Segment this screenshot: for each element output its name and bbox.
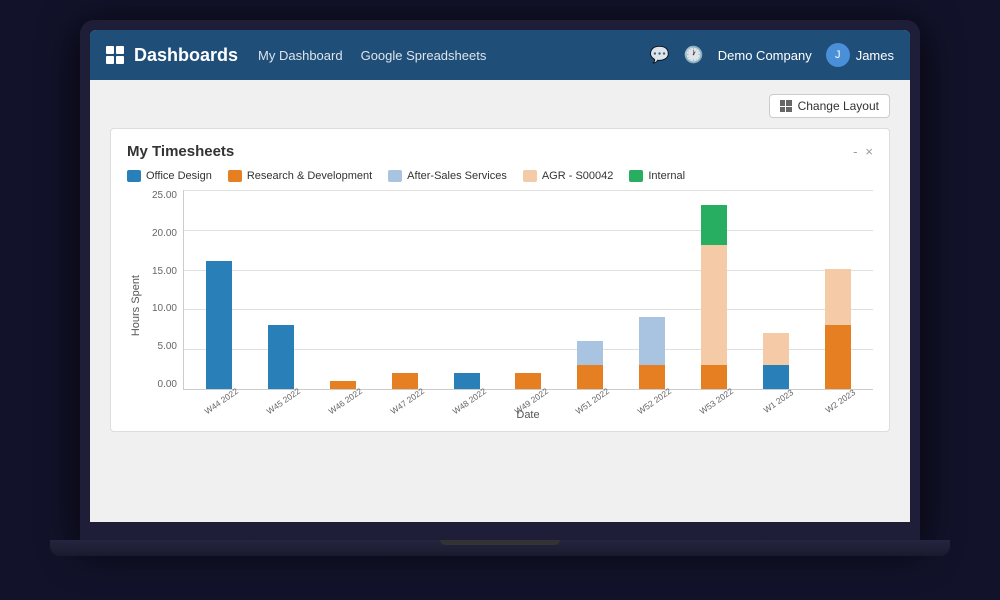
stacked-bar (454, 373, 480, 389)
chart-title: My Timesheets (127, 143, 234, 160)
bar-group (190, 261, 249, 389)
change-layout-label: Change Layout (798, 99, 879, 113)
legend-label-after-sales: After-Sales Services (407, 170, 507, 182)
bar-segment-office_design (763, 365, 789, 389)
legend-internal: Internal (629, 170, 685, 182)
bars-container (184, 190, 873, 389)
user-avatar: J (826, 43, 850, 67)
y-tick-25: 25.00 (152, 190, 177, 201)
nav-user[interactable]: J James (826, 43, 894, 67)
y-tick-20: 20.00 (152, 228, 177, 239)
nav-right: 💬 🕐 Demo Company J James (650, 43, 894, 67)
y-tick-15: 15.00 (152, 266, 177, 277)
bar-segment-research (330, 381, 356, 389)
legend-label-agr: AGR - S00042 (542, 170, 614, 182)
legend-color-after-sales (388, 170, 402, 182)
y-axis-label: Hours Spent (130, 275, 142, 336)
bar-segment-research (392, 373, 418, 389)
bar-segment-agr (701, 245, 727, 365)
close-button[interactable]: × (865, 144, 873, 159)
x-axis-labels: W44 2022W45 2022W46 2022W47 2022W48 2022… (183, 393, 873, 407)
toolbar-row: Change Layout (110, 94, 890, 118)
legend-label-office-design: Office Design (146, 170, 212, 182)
stacked-bar (577, 341, 603, 389)
stacked-bar (268, 325, 294, 389)
chart-plot-area (183, 190, 873, 390)
stacked-bar (639, 317, 665, 389)
legend-color-research (228, 170, 242, 182)
stacked-bar (392, 373, 418, 389)
bar-segment-research (825, 325, 851, 389)
change-layout-button[interactable]: Change Layout (769, 94, 890, 118)
legend-research: Research & Development (228, 170, 372, 182)
bar-segment-research (701, 365, 727, 389)
navbar: Dashboards My Dashboard Google Spreadshe… (90, 30, 910, 80)
layout-icon (780, 100, 792, 112)
stacked-bar (515, 373, 541, 389)
chart-card: My Timesheets - × Office Design (110, 128, 890, 432)
bar-group (746, 333, 805, 389)
navbar-brand: Dashboards (106, 45, 238, 66)
stacked-bar (763, 333, 789, 389)
y-tick-5: 5.00 (158, 341, 177, 352)
stacked-bar (701, 205, 727, 389)
bar-group (252, 325, 311, 389)
brand-title: Dashboards (134, 45, 238, 66)
stacked-bar (825, 269, 851, 389)
laptop-screen: Dashboards My Dashboard Google Spreadshe… (90, 30, 910, 522)
chart-controls: - × (853, 144, 873, 159)
grid-icon (106, 46, 124, 64)
nav-company[interactable]: Demo Company (718, 48, 812, 63)
legend-office-design: Office Design (127, 170, 212, 182)
bar-segment-agr (825, 269, 851, 325)
nav-links: My Dashboard Google Spreadsheets (258, 48, 630, 63)
nav-link-my-dashboard[interactable]: My Dashboard (258, 48, 343, 63)
main-content: Change Layout My Timesheets - × (90, 80, 910, 522)
bar-segment-office_design (206, 261, 232, 389)
bar-segment-after_sales (577, 341, 603, 365)
bar-group (685, 205, 744, 389)
nav-link-google-spreadsheets[interactable]: Google Spreadsheets (361, 48, 487, 63)
legend-agr: AGR - S00042 (523, 170, 614, 182)
bar-group (808, 269, 867, 389)
bar-segment-research (639, 365, 665, 389)
legend-color-internal (629, 170, 643, 182)
bar-segment-research (577, 365, 603, 389)
chat-icon[interactable]: 💬 (650, 45, 670, 65)
minimize-button[interactable]: - (853, 144, 857, 159)
legend-label-research: Research & Development (247, 170, 372, 182)
legend-color-office-design (127, 170, 141, 182)
legend-label-internal: Internal (648, 170, 685, 182)
user-name: James (856, 48, 894, 63)
y-tick-0: 0.00 (158, 379, 177, 390)
history-icon[interactable]: 🕐 (684, 45, 704, 65)
bar-segment-research (515, 373, 541, 389)
chart-card-header: My Timesheets - × (127, 143, 873, 160)
stacked-bar (330, 381, 356, 389)
chart-legend: Office Design Research & Development Aft… (127, 170, 873, 182)
bar-segment-agr (763, 333, 789, 365)
bar-segment-office_design (454, 373, 480, 389)
legend-after-sales: After-Sales Services (388, 170, 507, 182)
stacked-bar (206, 261, 232, 389)
bar-group (623, 317, 682, 389)
bar-segment-internal (701, 205, 727, 245)
bar-segment-office_design (268, 325, 294, 389)
y-tick-10: 10.00 (152, 303, 177, 314)
bar-segment-after_sales (639, 317, 665, 365)
legend-color-agr (523, 170, 537, 182)
